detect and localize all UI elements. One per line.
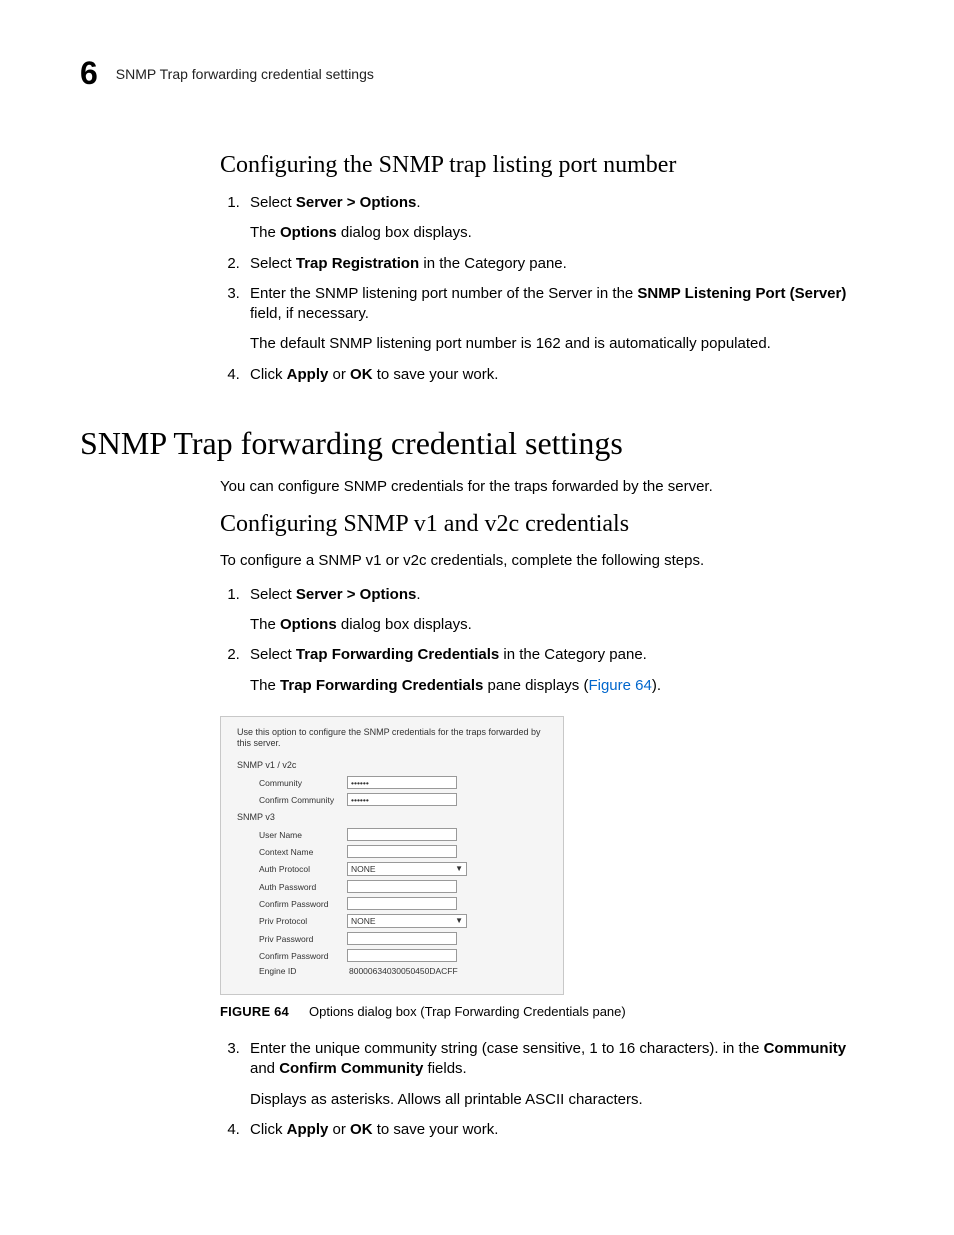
confirm-password-input[interactable] — [347, 897, 457, 910]
priv-protocol-label: Priv Protocol — [259, 916, 347, 926]
community-input[interactable]: •••••• — [347, 776, 457, 789]
subsection-heading-configure-port: Configuring the SNMP trap listing port n… — [220, 152, 874, 179]
confirm-password2-input[interactable] — [347, 949, 457, 962]
list-item: Select Server > Options. The Options dia… — [244, 585, 874, 636]
context-name-label: Context Name — [259, 847, 347, 857]
section3-intro: To configure a SNMP v1 or v2c credential… — [220, 552, 874, 569]
priv-password-input[interactable] — [347, 932, 457, 945]
figure-link[interactable]: Figure 64 — [588, 677, 651, 694]
confirm-password2-label: Confirm Password — [259, 951, 347, 961]
confirm-password-label: Confirm Password — [259, 899, 347, 909]
auth-protocol-select[interactable]: NONE▼ — [347, 862, 467, 876]
list-item: Select Server > Options. The Options dia… — [244, 193, 874, 244]
confirm-community-label: Confirm Community — [259, 795, 347, 805]
figure-caption: FIGURE 64Options dialog box (Trap Forwar… — [220, 1003, 874, 1019]
group-snmp-v1v2c: SNMP v1 / v2c — [237, 760, 547, 770]
header-title: SNMP Trap forwarding credential settings — [116, 66, 374, 82]
list-item: Select Trap Registration in the Category… — [244, 254, 874, 274]
priv-password-label: Priv Password — [259, 934, 347, 944]
section-heading-credential-settings: SNMP Trap forwarding credential settings — [80, 425, 874, 462]
subsection-heading-v1-v2c: Configuring SNMP v1 and v2c credentials — [220, 511, 874, 538]
auth-password-input[interactable] — [347, 880, 457, 893]
community-label: Community — [259, 778, 347, 788]
auth-protocol-label: Auth Protocol — [259, 864, 347, 874]
priv-protocol-select[interactable]: NONE▼ — [347, 914, 467, 928]
list-item: Enter the SNMP listening port number of … — [244, 284, 874, 355]
list-item: Enter the unique community string (case … — [244, 1039, 874, 1110]
list-item: Select Trap Forwarding Credentials in th… — [244, 645, 874, 696]
list-item: Click Apply or OK to save your work. — [244, 365, 874, 385]
user-name-label: User Name — [259, 830, 347, 840]
confirm-community-input[interactable]: •••••• — [347, 793, 457, 806]
engine-id-label: Engine ID — [259, 966, 347, 976]
dialog-caption: Use this option to configure the SNMP cr… — [237, 727, 547, 750]
chevron-down-icon: ▼ — [455, 862, 463, 876]
steps-list-port: Select Server > Options. The Options dia… — [220, 193, 874, 385]
steps-list-credentials-cont: Enter the unique community string (case … — [220, 1039, 874, 1140]
section-intro: You can configure SNMP credentials for t… — [220, 478, 874, 495]
group-snmp-v3: SNMP v3 — [237, 812, 547, 822]
user-name-input[interactable] — [347, 828, 457, 841]
chevron-down-icon: ▼ — [455, 914, 463, 928]
trap-forwarding-credentials-dialog: Use this option to configure the SNMP cr… — [220, 716, 564, 995]
chapter-number: 6 — [80, 55, 98, 92]
context-name-input[interactable] — [347, 845, 457, 858]
list-item: Click Apply or OK to save your work. — [244, 1120, 874, 1140]
auth-password-label: Auth Password — [259, 882, 347, 892]
engine-id-value: 80000634030050450DACFF — [347, 966, 458, 976]
steps-list-credentials: Select Server > Options. The Options dia… — [220, 585, 874, 696]
page-header: 6 SNMP Trap forwarding credential settin… — [80, 55, 874, 92]
